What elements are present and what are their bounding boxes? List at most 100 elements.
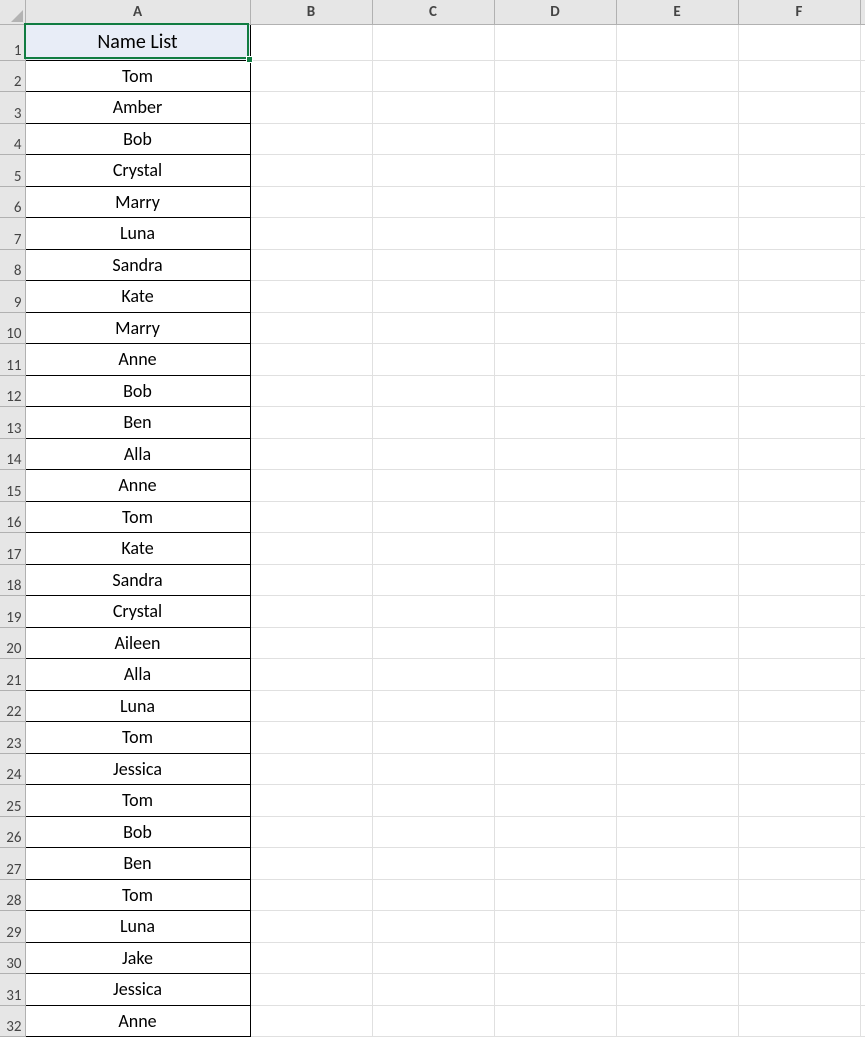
cell-empty[interactable] [250,690,372,722]
row-header-4[interactable]: 4 [0,123,25,155]
cell-empty[interactable] [250,186,372,218]
cell-empty[interactable] [372,92,494,124]
row-header-1[interactable]: 1 [0,24,25,60]
cell-empty[interactable] [372,942,494,974]
cell-empty[interactable] [860,627,865,659]
cell-a3[interactable]: Amber [25,92,250,124]
cell-a13[interactable]: Ben [25,407,250,439]
cell-empty[interactable] [738,942,860,974]
cell-empty[interactable] [250,470,372,502]
cell-empty[interactable] [250,375,372,407]
cell-empty[interactable] [738,344,860,376]
col-header-a[interactable]: A [25,0,250,24]
cell-empty[interactable] [616,501,738,533]
cell-empty[interactable] [738,816,860,848]
cell-empty[interactable] [250,627,372,659]
cell-empty[interactable] [738,722,860,754]
cell-empty[interactable] [738,627,860,659]
cell-empty[interactable] [738,470,860,502]
cell-empty[interactable] [372,848,494,880]
row-header-10[interactable]: 10 [0,312,25,344]
cell-empty[interactable] [860,942,865,974]
cell-empty[interactable] [250,24,372,60]
cell-a7[interactable]: Luna [25,218,250,250]
cell-empty[interactable] [738,186,860,218]
cell-empty[interactable] [494,92,616,124]
cell-empty[interactable] [494,722,616,754]
cell-empty[interactable] [250,974,372,1006]
cell-empty[interactable] [738,501,860,533]
cell-empty[interactable] [616,533,738,565]
cell-empty[interactable] [494,690,616,722]
cell-empty[interactable] [616,564,738,596]
cell-empty[interactable] [616,1005,738,1037]
cell-empty[interactable] [860,438,865,470]
cell-empty[interactable] [372,627,494,659]
cell-empty[interactable] [494,312,616,344]
cell-empty[interactable] [616,24,738,60]
cell-empty[interactable] [250,123,372,155]
cell-empty[interactable] [250,155,372,187]
cell-empty[interactable] [616,312,738,344]
cell-empty[interactable] [250,344,372,376]
cell-empty[interactable] [738,123,860,155]
cell-empty[interactable] [738,848,860,880]
cell-empty[interactable] [860,690,865,722]
cell-a14[interactable]: Alla [25,438,250,470]
row-header-18[interactable]: 18 [0,564,25,596]
cell-empty[interactable] [616,911,738,943]
cell-empty[interactable] [372,501,494,533]
row-header-23[interactable]: 23 [0,722,25,754]
cell-empty[interactable] [494,942,616,974]
cell-empty[interactable] [860,155,865,187]
row-header-15[interactable]: 15 [0,470,25,502]
col-header-d[interactable]: D [494,0,616,24]
cell-a11[interactable]: Anne [25,344,250,376]
cell-empty[interactable] [372,785,494,817]
cell-empty[interactable] [738,249,860,281]
cell-empty[interactable] [738,92,860,124]
cell-empty[interactable] [616,470,738,502]
row-header-11[interactable]: 11 [0,344,25,376]
cell-a8[interactable]: Sandra [25,249,250,281]
cell-empty[interactable] [494,438,616,470]
cell-empty[interactable] [616,848,738,880]
cell-empty[interactable] [738,60,860,92]
cell-empty[interactable] [860,659,865,691]
cell-empty[interactable] [250,596,372,628]
row-header-12[interactable]: 12 [0,375,25,407]
cell-empty[interactable] [372,218,494,250]
cell-a2[interactable]: Tom [25,60,250,92]
cell-empty[interactable] [860,753,865,785]
cell-empty[interactable] [616,785,738,817]
cell-empty[interactable] [860,92,865,124]
cell-empty[interactable] [494,407,616,439]
cell-a25[interactable]: Tom [25,785,250,817]
cell-empty[interactable] [738,281,860,313]
cell-empty[interactable] [738,375,860,407]
cell-empty[interactable] [616,123,738,155]
cell-empty[interactable] [738,155,860,187]
cell-empty[interactable] [494,1005,616,1037]
cell-a16[interactable]: Tom [25,501,250,533]
cell-empty[interactable] [860,249,865,281]
row-header-17[interactable]: 17 [0,533,25,565]
col-header-f[interactable]: F [738,0,860,24]
row-header-3[interactable]: 3 [0,92,25,124]
cell-empty[interactable] [250,942,372,974]
cell-empty[interactable] [738,911,860,943]
select-all-corner[interactable] [0,0,25,24]
cell-empty[interactable] [494,848,616,880]
cell-empty[interactable] [616,60,738,92]
cell-a32[interactable]: Anne [25,1005,250,1037]
cell-empty[interactable] [738,879,860,911]
cell-empty[interactable] [494,60,616,92]
cell-empty[interactable] [494,186,616,218]
cell-empty[interactable] [616,375,738,407]
cell-a17[interactable]: Kate [25,533,250,565]
cell-a10[interactable]: Marry [25,312,250,344]
cell-empty[interactable] [860,785,865,817]
cell-empty[interactable] [738,690,860,722]
cell-empty[interactable] [616,596,738,628]
cell-empty[interactable] [616,155,738,187]
